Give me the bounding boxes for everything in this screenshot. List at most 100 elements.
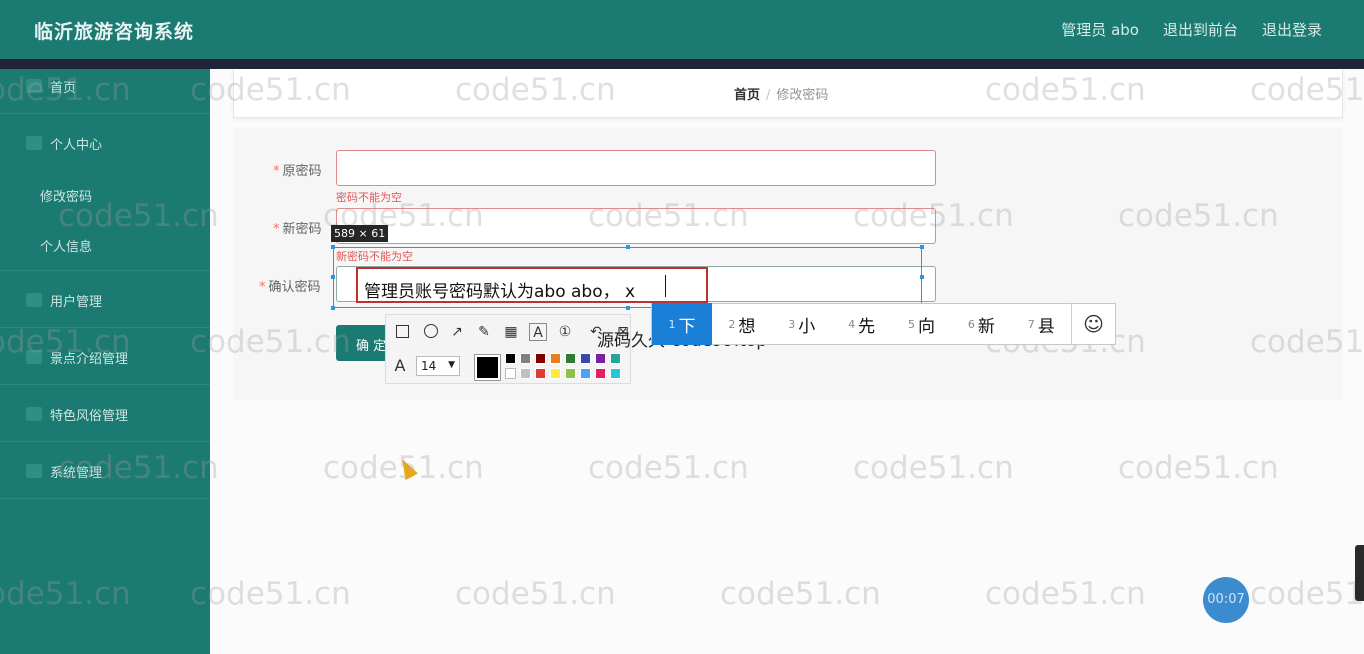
header-divider — [0, 59, 1364, 69]
sidebar: 首页 个人中心 修改密码 个人信息 用户管理 景点介绍管理 特色风俗管理 系统管… — [0, 69, 210, 654]
admin-user-link[interactable]: 管理员 abo — [1061, 19, 1139, 40]
resize-handle[interactable] — [331, 245, 335, 249]
pen-tool-icon[interactable]: ✎ — [475, 323, 493, 341]
ime-candidate[interactable]: 1下 — [652, 303, 712, 345]
sidebar-item-label: 系统管理 — [50, 465, 103, 481]
new-password-label: * 新密码 — [273, 222, 322, 237]
watermark: code51.cn — [455, 576, 616, 612]
arrow-tool-icon[interactable]: ↗ — [448, 323, 466, 341]
old-password-label: * 原密码 — [273, 164, 322, 179]
mosaic-tool-icon[interactable]: ▦ — [502, 323, 520, 341]
watermark: code51.cn — [1118, 450, 1279, 486]
sidebar-divider — [0, 384, 210, 385]
color-swatch[interactable] — [505, 368, 516, 379]
user-icon — [26, 136, 42, 150]
ime-candidate[interactable]: 6新 — [951, 303, 1011, 345]
recording-timer: 00:07 — [1203, 577, 1249, 623]
list-icon — [26, 407, 42, 421]
ime-candidate[interactable]: 5向 — [892, 303, 952, 345]
resize-handle[interactable] — [331, 306, 335, 310]
color-swatch[interactable] — [565, 368, 576, 379]
home-icon — [26, 79, 42, 93]
ime-candidate[interactable]: 2想 — [712, 303, 772, 345]
old-password-error: 密码不能为空 — [336, 191, 402, 204]
color-swatch[interactable] — [580, 368, 591, 379]
sidebar-item-personal-center[interactable]: 个人中心 — [0, 134, 210, 153]
sidebar-item-folk-customs[interactable]: 特色风俗管理 — [0, 405, 210, 424]
app-title: 临沂旅游咨询系统 — [34, 21, 195, 43]
top-header: 临沂旅游咨询系统 管理员 abo 退出到前台 退出登录 — [0, 0, 1364, 59]
toolbar-options-row: A 14 ▼ — [386, 351, 632, 383]
breadcrumb-card: 首页 / 修改密码 — [233, 69, 1343, 118]
sidebar-item-label: 首页 — [50, 80, 77, 96]
sidebar-item-label: 特色风俗管理 — [50, 408, 129, 424]
ime-candidate[interactable]: 3小 — [772, 303, 832, 345]
old-password-input[interactable] — [336, 150, 936, 186]
sidebar-item-home[interactable]: 首页 — [0, 77, 210, 96]
watermark: code51.cn — [720, 576, 881, 612]
color-swatch[interactable] — [610, 353, 621, 364]
resize-handle[interactable] — [331, 275, 335, 279]
font-icon: A — [394, 356, 406, 375]
color-swatch[interactable] — [520, 368, 531, 379]
color-swatch[interactable] — [550, 368, 561, 379]
rectangle-tool-icon[interactable] — [396, 325, 409, 338]
resize-handle[interactable] — [626, 245, 630, 249]
color-swatch[interactable] — [520, 353, 531, 364]
sidebar-divider — [0, 270, 210, 271]
annotation-text: 管理员账号密码默认为abo abo， x — [364, 282, 636, 302]
sidebar-item-label: 个人信息 — [40, 239, 93, 255]
back-to-frontend-link[interactable]: 退出到前台 — [1163, 19, 1238, 40]
confirm-password-label: * 确认密码 — [259, 280, 321, 295]
sidebar-item-scenic-spots[interactable]: 景点介绍管理 — [0, 348, 210, 367]
color-swatch[interactable] — [580, 353, 591, 364]
color-swatch[interactable] — [565, 353, 576, 364]
logout-link[interactable]: 退出登录 — [1262, 19, 1322, 40]
resize-handle[interactable] — [626, 306, 630, 310]
current-color-swatch[interactable] — [474, 354, 501, 381]
top-nav: 管理员 abo 退出到前台 退出登录 — [1061, 19, 1322, 40]
text-caret — [665, 275, 666, 297]
color-swatch[interactable] — [535, 368, 546, 379]
sidebar-item-personal-info[interactable]: 个人信息 — [0, 236, 210, 255]
sidebar-item-system-management[interactable]: 系统管理 — [0, 462, 210, 481]
sidebar-item-label: 修改密码 — [40, 189, 93, 205]
resize-handle[interactable] — [920, 245, 924, 249]
color-swatch[interactable] — [535, 353, 546, 364]
number-tool-icon[interactable]: ① — [556, 323, 574, 341]
ime-candidate[interactable]: 4先 — [832, 303, 892, 345]
color-swatch[interactable] — [610, 368, 621, 379]
ime-candidate-bar: 1下 2想 3小 4先 5向 6新 7县 ☺ — [651, 303, 1116, 345]
watermark: code51.cn — [1250, 576, 1364, 612]
watermark: code51.cn — [853, 450, 1014, 486]
breadcrumb-home[interactable]: 首页 — [734, 88, 760, 103]
ellipse-tool-icon[interactable] — [424, 324, 438, 338]
sidebar-item-label: 用户管理 — [50, 294, 103, 310]
sidebar-item-user-management[interactable]: 用户管理 — [0, 291, 210, 310]
users-icon — [26, 293, 42, 307]
color-swatch[interactable] — [595, 368, 606, 379]
sidebar-divider — [0, 498, 210, 499]
annotation-text-box[interactable]: 管理员账号密码默认为abo abo， x — [356, 267, 708, 303]
emoji-icon[interactable]: ☺ — [1071, 303, 1115, 345]
color-swatch[interactable] — [505, 353, 516, 364]
sidebar-divider — [0, 327, 210, 328]
sidebar-item-change-password[interactable]: 修改密码 — [0, 186, 210, 205]
sidebar-divider — [0, 113, 210, 114]
font-size-select[interactable]: 14 ▼ — [416, 356, 460, 376]
selection-size-badge: 589 × 61 — [331, 225, 389, 242]
color-swatch[interactable] — [550, 353, 561, 364]
breadcrumb-separator: / — [766, 88, 771, 103]
sidebar-item-label: 个人中心 — [50, 137, 103, 153]
sidebar-divider — [0, 441, 210, 442]
ime-candidate[interactable]: 7县 — [1011, 303, 1071, 345]
edge-widget — [1355, 545, 1364, 601]
watermark: code51.cn — [985, 576, 1146, 612]
settings-icon — [26, 464, 42, 478]
breadcrumb: 首页 / 修改密码 — [734, 84, 828, 103]
color-swatch[interactable] — [595, 353, 606, 364]
text-tool-icon[interactable]: A — [529, 323, 547, 341]
resize-handle[interactable] — [920, 275, 924, 279]
new-password-input[interactable] — [336, 208, 936, 244]
watermark: code51.cn — [588, 450, 749, 486]
